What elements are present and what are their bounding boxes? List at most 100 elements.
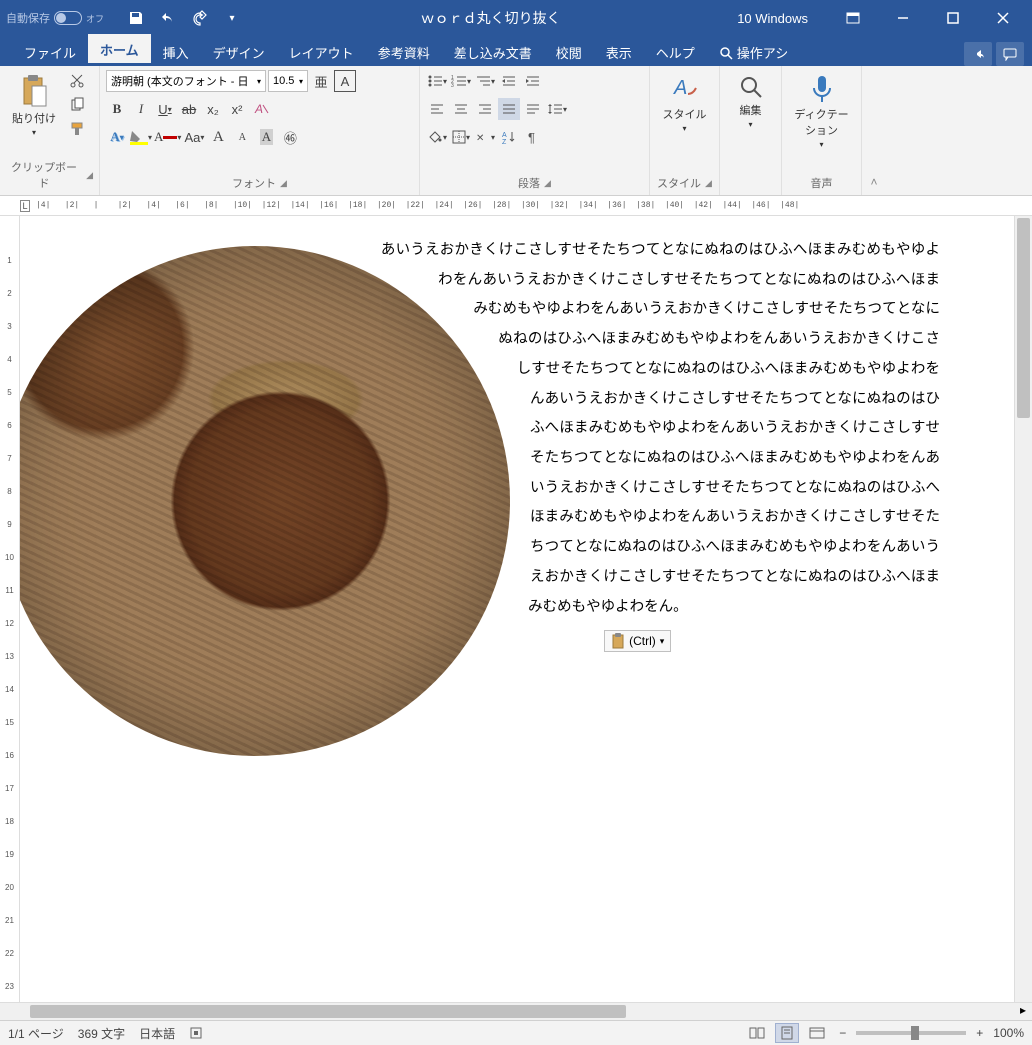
tab-home[interactable]: ホーム <box>88 34 151 66</box>
enclose-chars-button[interactable]: ㊻ <box>279 126 301 148</box>
char-border-button[interactable]: A <box>334 70 356 92</box>
char-shading-button[interactable]: A <box>255 126 277 148</box>
ruler-vertical[interactable]: 123456789101112131415161718192021222324 <box>0 216 20 1002</box>
editing-button[interactable]: 編集▾ <box>732 70 770 133</box>
align-justify-button[interactable] <box>498 98 520 120</box>
tab-view[interactable]: 表示 <box>594 37 644 66</box>
paste-button[interactable]: 貼り付け ▾ <box>6 70 62 141</box>
tab-review[interactable]: 校閲 <box>544 37 594 66</box>
autosave-state: オフ <box>86 12 104 25</box>
numbering-button[interactable]: 123▾ <box>450 70 472 92</box>
tab-references[interactable]: 参考資料 <box>366 37 442 66</box>
view-print-layout[interactable] <box>775 1023 799 1043</box>
styles-launcher[interactable]: ◢ <box>705 178 712 189</box>
tab-file[interactable]: ファイル <box>12 37 88 66</box>
multilevel-button[interactable]: ▾ <box>474 70 496 92</box>
tab-help[interactable]: ヘルプ <box>644 37 707 66</box>
show-marks-button[interactable]: ¶ <box>522 126 544 148</box>
document-area[interactable]: あいうえおかきくけこさしすせそたちつてとなにぬねのはひふへほまみむめもやゆよわを… <box>20 216 1014 1002</box>
comments-button[interactable] <box>996 42 1024 66</box>
collapse-ribbon-button[interactable]: ˄ <box>862 66 886 195</box>
sort-icon: AZ <box>502 130 516 144</box>
macro-icon <box>189 1026 203 1040</box>
qat-customize[interactable]: ▾ <box>220 6 244 30</box>
clipboard-icon <box>611 633 625 649</box>
highlight-button[interactable]: ▾ <box>130 126 152 148</box>
maximize-button[interactable] <box>930 0 976 36</box>
zoom-level[interactable]: 100% <box>993 1026 1024 1040</box>
borders-icon <box>452 130 466 144</box>
tab-selector[interactable]: L <box>20 200 30 212</box>
font-color-button[interactable]: A▾ <box>154 126 181 148</box>
grow-font-button[interactable]: A <box>207 126 229 148</box>
borders-button[interactable]: ▾ <box>450 126 472 148</box>
ruler-horizontal[interactable]: L |4| |2| | |2| |4| |6| |8| |10| |12| |1… <box>0 196 1032 216</box>
asian-layout-button[interactable]: ✕▾ <box>474 126 496 148</box>
minimize-button[interactable] <box>880 0 926 36</box>
status-page[interactable]: 1/1 ページ <box>8 1025 64 1042</box>
underline-button[interactable]: U ▾ <box>154 98 176 120</box>
close-button[interactable] <box>980 0 1026 36</box>
align-right-button[interactable] <box>474 98 496 120</box>
change-case-button[interactable]: Aa▾ <box>183 126 205 148</box>
strikethrough-button[interactable]: ab <box>178 98 200 120</box>
decrease-indent-button[interactable] <box>498 70 520 92</box>
sort-button[interactable]: AZ <box>498 126 520 148</box>
cropped-circle-image[interactable] <box>20 246 510 756</box>
svg-text:✕: ✕ <box>476 133 484 144</box>
ribbon-display-button[interactable] <box>830 0 876 36</box>
font-name-combo[interactable]: 游明朝 (本文のフォント - 日▾ <box>106 70 266 92</box>
clipboard-launcher[interactable]: ◢ <box>86 170 93 181</box>
font-size-combo[interactable]: 10.5▾ <box>268 70 308 92</box>
shrink-font-button[interactable]: A <box>231 126 253 148</box>
dictation-button[interactable]: ディクテーション▾ <box>788 70 855 153</box>
zoom-slider[interactable] <box>856 1031 966 1035</box>
share-button[interactable] <box>964 42 992 66</box>
tab-design[interactable]: デザイン <box>201 37 277 66</box>
subscript-button[interactable]: x₂ <box>202 98 224 120</box>
page: あいうえおかきくけこさしすせそたちつてとなにぬねのはひふへほまみむめもやゆよわを… <box>20 216 980 996</box>
tab-mailings[interactable]: 差し込み文書 <box>442 37 544 66</box>
clear-format-button[interactable]: A <box>250 98 272 120</box>
align-center-button[interactable] <box>450 98 472 120</box>
body-text[interactable]: あいうえおかきくけこさしすせそたちつてとなにぬねのはひふへほまみむめもやゆよわを… <box>60 236 940 622</box>
increase-indent-button[interactable] <box>522 70 544 92</box>
status-wordcount[interactable]: 369 文字 <box>78 1025 125 1042</box>
bold-button[interactable]: B <box>106 98 128 120</box>
align-left-button[interactable] <box>426 98 448 120</box>
styles-button[interactable]: A スタイル▾ <box>657 70 713 137</box>
highlight-icon <box>130 129 148 145</box>
paragraph-launcher[interactable]: ◢ <box>544 178 551 189</box>
view-read-mode[interactable] <box>745 1023 769 1043</box>
italic-button[interactable]: I <box>130 98 152 120</box>
bullets-button[interactable]: ▾ <box>426 70 448 92</box>
status-macro[interactable] <box>189 1026 203 1040</box>
save-button[interactable] <box>124 6 148 30</box>
tab-insert[interactable]: 挿入 <box>151 37 201 66</box>
horizontal-scrollbar[interactable]: ▸ <box>0 1002 1032 1020</box>
zoom-out-button[interactable]: − <box>835 1026 850 1040</box>
text-effects-button[interactable]: A▾ <box>106 126 128 148</box>
tab-layout[interactable]: レイアウト <box>277 37 366 66</box>
redo-button[interactable] <box>188 6 212 30</box>
superscript-button[interactable]: x² <box>226 98 248 120</box>
tellme-search[interactable]: 操作アシ <box>707 37 800 66</box>
paste-options-tag[interactable]: (Ctrl) ▾ <box>604 630 671 652</box>
font-launcher[interactable]: ◢ <box>280 178 287 189</box>
copy-icon <box>69 97 85 113</box>
group-label-styles: スタイル <box>657 175 701 191</box>
phonetic-guide-button[interactable]: 亜 <box>310 70 332 92</box>
zoom-in-button[interactable]: + <box>972 1026 987 1040</box>
line-spacing-button[interactable]: ▾ <box>546 98 568 120</box>
undo-button[interactable] <box>156 6 180 30</box>
autosave-toggle[interactable]: 自動保存 オフ <box>6 10 104 26</box>
status-language[interactable]: 日本語 <box>139 1025 175 1042</box>
view-web-layout[interactable] <box>805 1023 829 1043</box>
format-painter-button[interactable] <box>66 118 88 140</box>
copy-button[interactable] <box>66 94 88 116</box>
cut-button[interactable] <box>66 70 88 92</box>
shading-button[interactable]: ▾ <box>426 126 448 148</box>
distribute-button[interactable] <box>522 98 544 120</box>
autosave-label: 自動保存 <box>6 10 50 26</box>
vertical-scrollbar[interactable] <box>1014 216 1032 1002</box>
